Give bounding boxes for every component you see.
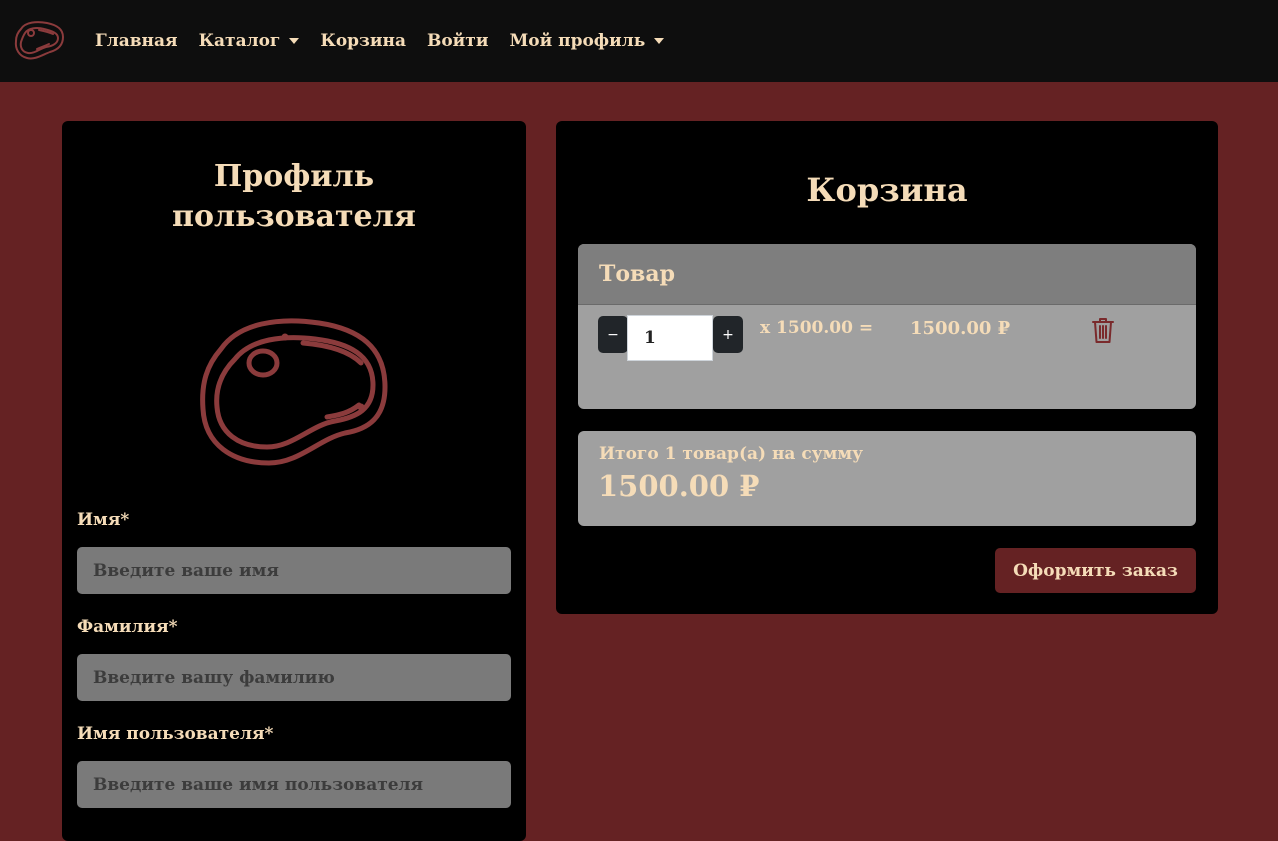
nav-catalog-label: Каталог <box>198 31 281 51</box>
nav-login[interactable]: Войти <box>427 31 488 51</box>
summary-text: Итого 1 товар(а) на сумму <box>599 444 863 464</box>
nav-profile-dropdown[interactable]: Мой профиль <box>509 31 665 51</box>
trash-icon[interactable] <box>1091 316 1115 344</box>
steak-icon <box>200 318 388 466</box>
unit-price: x 1500.00 = <box>760 318 874 338</box>
last-name-input[interactable] <box>77 654 511 701</box>
decrement-button[interactable]: − <box>598 316 628 353</box>
chevron-down-icon <box>654 38 665 44</box>
cart-summary: Итого 1 товар(а) на сумму 1500.00 ₽ <box>578 431 1196 526</box>
nav-profile-label: Мой профиль <box>509 31 646 51</box>
profile-title: Профиль пользователя <box>172 159 416 234</box>
nav-catalog-dropdown[interactable]: Каталог <box>199 31 300 51</box>
last-name-label: Фамилия* <box>77 617 178 637</box>
quantity-input[interactable] <box>627 315 713 361</box>
steak-logo-icon[interactable] <box>13 19 65 63</box>
nav-home[interactable]: Главная <box>95 31 178 51</box>
username-label: Имя пользователя* <box>77 724 274 744</box>
cart-title: Корзина <box>806 171 968 209</box>
chevron-down-icon <box>289 38 300 44</box>
username-input[interactable] <box>77 761 511 808</box>
navbar: Главная Каталог Корзина Войти Мой профил… <box>0 0 1278 82</box>
line-total: 1500.00 ₽ <box>910 318 1011 339</box>
first-name-label: Имя* <box>77 510 130 530</box>
nav-cart[interactable]: Корзина <box>320 31 406 51</box>
cart-table: Товар − + x 1500.00 = 1500.00 ₽ <box>578 244 1196 409</box>
cart-column-header: Товар <box>578 244 1196 305</box>
first-name-input[interactable] <box>77 547 511 594</box>
cart-card: Корзина Товар − + x 1500.00 = 1500.00 ₽ … <box>556 121 1218 614</box>
profile-card: Профильпользователя Имя* Фамилия* Имя по… <box>62 121 526 841</box>
checkout-button[interactable]: Оформить заказ <box>995 548 1196 593</box>
increment-button[interactable]: + <box>713 316 743 353</box>
summary-total: 1500.00 ₽ <box>598 469 760 503</box>
